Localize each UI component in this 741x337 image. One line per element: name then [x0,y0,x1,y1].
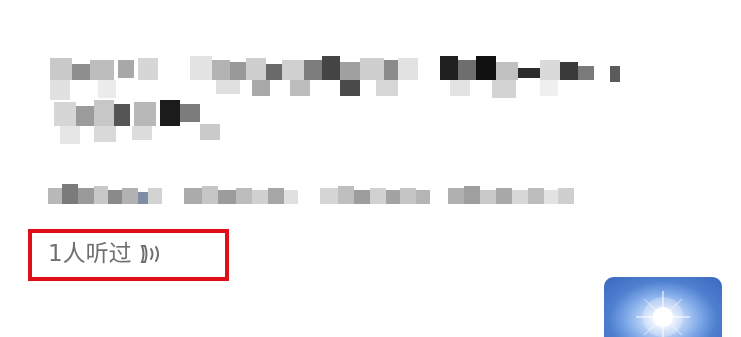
listen-count-highlight: 1人听过 [28,229,229,281]
sun-glare-icon [636,291,690,337]
sound-wave-icon [138,242,166,266]
pixelated-subtitle [44,178,604,214]
pixelated-subtitle-mosaic [48,184,574,204]
pixelated-title-mosaic [50,56,620,144]
listen-count-text: 1人听过 [48,241,132,267]
article-thumbnail[interactable] [604,277,722,337]
pixelated-title [40,40,640,160]
listen-count-row[interactable]: 1人听过 [48,240,166,268]
